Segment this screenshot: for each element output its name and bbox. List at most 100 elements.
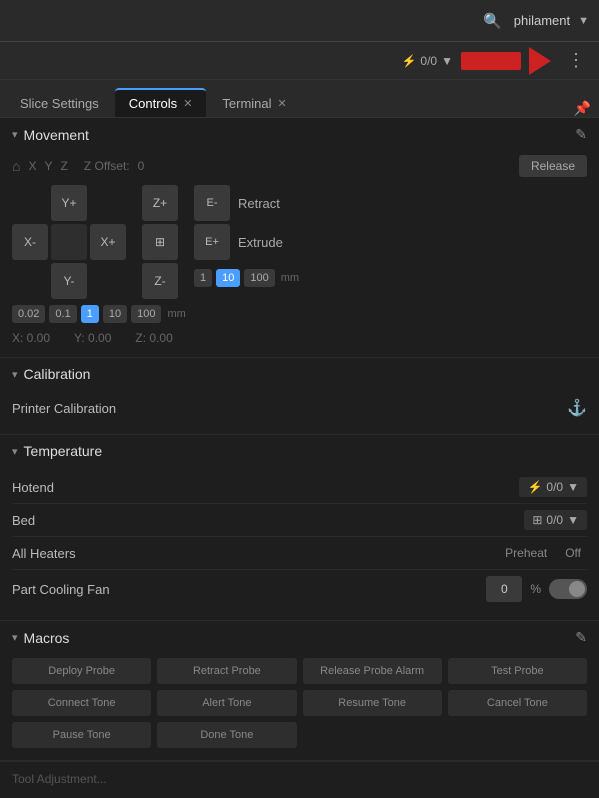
xy-step-100[interactable]: 100	[131, 305, 161, 323]
arrow-right-icon	[529, 47, 551, 75]
z-center: ⊞	[142, 224, 178, 260]
heaters-control: Preheat Off	[499, 543, 587, 563]
macros-edit-icon[interactable]: ✎	[575, 629, 587, 646]
movement-header[interactable]: ▾ Movement ✎	[0, 118, 599, 151]
xy-step-002[interactable]: 0.02	[12, 305, 45, 323]
macro-alert-tone[interactable]: Alert Tone	[157, 690, 296, 716]
bottom-hint-text: Tool Adjustment...	[12, 772, 107, 786]
bed-value: ⊞ 0/0 ▼	[524, 510, 587, 530]
macro-cancel-tone[interactable]: Cancel Tone	[448, 690, 587, 716]
bed-dropdown[interactable]: ▼	[567, 513, 579, 527]
printer-calibration-row: Printer Calibration ⚓	[12, 394, 587, 422]
hotend-label: Hotend	[12, 480, 54, 495]
e-step-10[interactable]: 10	[216, 269, 240, 287]
macro-retract-probe[interactable]: Retract Probe	[157, 658, 296, 684]
fan-percent-input[interactable]	[486, 576, 522, 602]
y-minus-button[interactable]: Y-	[51, 263, 87, 299]
tab-terminal-close[interactable]: ✕	[278, 97, 287, 110]
axis-x-label: X	[28, 159, 36, 173]
percent-label: %	[530, 582, 541, 596]
e-step-1[interactable]: 1	[194, 269, 212, 287]
x-plus-button[interactable]: X+	[90, 224, 126, 260]
user-dropdown-arrow[interactable]: ▼	[578, 15, 589, 27]
tab-controls[interactable]: Controls ✕	[115, 88, 207, 117]
retract-label: Retract	[238, 196, 280, 211]
movement-section: ▾ Movement ✎ ⌂ X Y Z Z Offset: 0 Release	[0, 118, 599, 358]
bottom-hint: Tool Adjustment...	[0, 761, 599, 796]
macro-test-probe[interactable]: Test Probe	[448, 658, 587, 684]
y-plus-button[interactable]: Y+	[51, 185, 87, 221]
e-plus-button[interactable]: E+	[194, 224, 230, 260]
hotend-row: Hotend ⚡ 0/0 ▼	[12, 471, 587, 504]
coord-x: X: 0.00	[12, 331, 50, 345]
second-bar: ⚡ 0/0 ▼ ⋮	[0, 42, 599, 80]
bed-icon: ⊞	[532, 513, 542, 527]
main-content: ▾ Movement ✎ ⌂ X Y Z Z Offset: 0 Release	[0, 118, 599, 798]
calibration-header[interactable]: ▾ Calibration	[0, 358, 599, 390]
z-minus-button[interactable]: Z-	[142, 263, 178, 299]
coord-z: Z: 0.00	[135, 331, 172, 345]
tabs-bar: Slice Settings Controls ✕ Terminal ✕ 📌	[0, 80, 599, 118]
fan-control: %	[486, 576, 587, 602]
print-icon: ⚡	[401, 54, 416, 68]
tab-terminal[interactable]: Terminal ✕	[208, 90, 300, 117]
xy-step-01[interactable]: 0.1	[49, 305, 76, 323]
pin-icon[interactable]: 📌	[574, 100, 591, 117]
macro-connect-tone[interactable]: Connect Tone	[12, 690, 151, 716]
macro-done-tone[interactable]: Done Tone	[157, 722, 296, 748]
tab-terminal-label: Terminal	[222, 96, 271, 111]
z-offset-label: Z Offset:	[84, 159, 130, 173]
tab-controls-close[interactable]: ✕	[183, 97, 192, 110]
release-button[interactable]: Release	[519, 155, 587, 177]
hotend-dropdown[interactable]: ▼	[567, 480, 579, 494]
bed-label: Bed	[12, 513, 35, 528]
preheat-button[interactable]: Preheat	[499, 543, 553, 563]
more-options-button[interactable]: ⋮	[563, 48, 589, 73]
calibration-nav-icon[interactable]: ⚓	[567, 398, 587, 418]
part-cooling-label: Part Cooling Fan	[12, 582, 110, 597]
temperature-title: Temperature	[24, 443, 103, 459]
e-step-100[interactable]: 100	[244, 269, 274, 287]
macro-resume-tone[interactable]: Resume Tone	[303, 690, 442, 716]
search-icon[interactable]: 🔍	[479, 8, 506, 34]
macros-grid: Deploy Probe Retract Probe Release Probe…	[12, 658, 587, 748]
xy-jog: Y+ X- X+ Y-	[12, 185, 126, 299]
top-bar: 🔍 philament ▼	[0, 0, 599, 42]
all-heaters-row: All Heaters Preheat Off	[12, 537, 587, 570]
hotend-value: ⚡ 0/0 ▼	[519, 477, 587, 497]
macros-section: ▾ Macros ✎ Deploy Probe Retract Probe Re…	[0, 621, 599, 761]
heaters-off-button[interactable]: Off	[559, 543, 587, 563]
xy-step-10[interactable]: 10	[103, 305, 127, 323]
calibration-section: ▾ Calibration Printer Calibration ⚓	[0, 358, 599, 435]
bed-control: ⊞ 0/0 ▼	[524, 510, 587, 530]
printer-calibration-label: Printer Calibration	[12, 401, 116, 416]
extrude-label: Extrude	[238, 235, 283, 250]
home-icon[interactable]: ⌂	[12, 158, 20, 174]
temperature-section: ▾ Temperature Hotend ⚡ 0/0 ▼ Bed	[0, 435, 599, 621]
e-unit: mm	[281, 272, 299, 284]
xy-step-1[interactable]: 1	[81, 305, 99, 323]
tab-slice-settings[interactable]: Slice Settings	[6, 90, 113, 117]
tab-slice-label: Slice Settings	[20, 96, 99, 111]
x-minus-button[interactable]: X-	[12, 224, 48, 260]
nozzle-icon: ⚡	[527, 480, 542, 494]
all-heaters-label: All Heaters	[12, 546, 76, 561]
macro-release-probe-alarm[interactable]: Release Probe Alarm	[303, 658, 442, 684]
temperature-header[interactable]: ▾ Temperature	[0, 435, 599, 467]
z-plus-button[interactable]: Z+	[142, 185, 178, 221]
xy-unit: mm	[167, 308, 185, 320]
part-cooling-row: Part Cooling Fan %	[12, 570, 587, 608]
movement-edit-icon[interactable]: ✎	[575, 126, 587, 143]
bed-value-text: 0/0	[546, 513, 563, 527]
retract-row: E- Retract	[194, 185, 299, 221]
macros-header[interactable]: ▾ Macros ✎	[0, 621, 599, 654]
progress-bar	[461, 52, 521, 70]
print-dropdown[interactable]: ▼	[441, 54, 453, 68]
calibration-content: Printer Calibration ⚓	[0, 390, 599, 434]
hotend-control: ⚡ 0/0 ▼	[519, 477, 587, 497]
extrude-area: E- Retract E+ Extrude 1 10 100 mm	[194, 185, 299, 299]
macro-deploy-probe[interactable]: Deploy Probe	[12, 658, 151, 684]
fan-toggle[interactable]	[549, 579, 587, 599]
macro-pause-tone[interactable]: Pause Tone	[12, 722, 151, 748]
e-minus-button[interactable]: E-	[194, 185, 230, 221]
